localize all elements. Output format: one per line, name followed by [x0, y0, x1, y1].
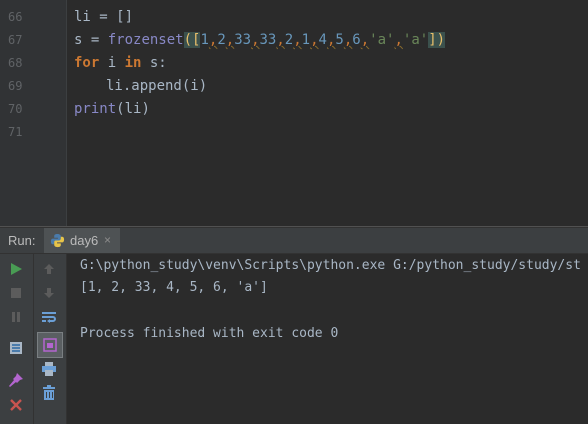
- code-token: s:: [141, 55, 167, 71]
- close-bracket-token: ]): [428, 32, 446, 48]
- console-line: Process finished with exit code 0: [80, 326, 339, 341]
- pause-button[interactable]: [5, 306, 27, 328]
- brackets-token: []: [116, 9, 134, 25]
- rerun-button[interactable]: [5, 258, 27, 280]
- run-toolbar: Run: day6 ×: [0, 228, 588, 254]
- up-stack-button[interactable]: [38, 258, 60, 280]
- operator-token: =: [82, 32, 108, 48]
- close-run-button[interactable]: [5, 394, 27, 416]
- line-number: 68: [8, 56, 23, 70]
- console-line: [1, 2, 33, 4, 5, 6, 'a']: [80, 280, 268, 295]
- string-token: 'a': [369, 32, 395, 48]
- pin-icon: [9, 373, 23, 387]
- dump-threads-button[interactable]: [5, 337, 27, 359]
- scroll-to-end-icon: [43, 338, 57, 352]
- operator-token: =: [90, 9, 117, 25]
- comma-token: ,: [293, 32, 302, 48]
- stop-button[interactable]: [5, 282, 27, 304]
- code-line-66[interactable]: li = []: [74, 6, 133, 29]
- comma-token: ,: [394, 32, 403, 48]
- pause-icon: [12, 312, 20, 322]
- run-tools-primary: [0, 254, 34, 424]
- number-token: 2: [284, 32, 294, 48]
- console-line: G:\python_study\venv\Scripts\python.exe …: [80, 258, 581, 273]
- var-token: li: [74, 9, 91, 25]
- number-token: 33: [259, 32, 277, 48]
- line-number: 66: [8, 10, 23, 24]
- print-button[interactable]: [38, 358, 60, 380]
- comma-token: ,: [360, 32, 370, 48]
- console-output[interactable]: G:\python_study\venv\Scripts\python.exe …: [67, 254, 588, 424]
- code-line-68[interactable]: for i in s:: [74, 52, 167, 75]
- code-area[interactable]: li = [] s = frozenset([1,2,33,33,2,1,4,5…: [74, 0, 588, 226]
- scroll-to-end-button[interactable]: [37, 332, 63, 358]
- number-token: 6: [352, 32, 361, 48]
- stop-icon: [11, 288, 21, 298]
- printer-icon: [42, 362, 56, 376]
- builtin-token: frozenset: [107, 32, 184, 48]
- code-line-67[interactable]: s = frozenset([1,2,33,33,2,1,4,5,6,'a','…: [74, 29, 446, 52]
- open-bracket-token: ([: [183, 32, 201, 48]
- tab-close-icon[interactable]: ×: [104, 233, 111, 247]
- number-token: 33: [234, 32, 252, 48]
- code-editor[interactable]: 66 67 68 69 70 71 li = [] s = frozenset(…: [0, 0, 588, 226]
- tab-label: day6: [70, 233, 99, 248]
- python-icon: [50, 233, 65, 248]
- number-token: 4: [318, 32, 327, 48]
- clear-all-button[interactable]: [38, 382, 60, 404]
- code-line-69[interactable]: li.append(i): [74, 75, 207, 98]
- line-number: 70: [8, 102, 23, 116]
- soft-wrap-icon: [42, 312, 56, 323]
- trash-icon: [43, 385, 55, 400]
- close-icon: [10, 399, 22, 411]
- play-icon: [11, 263, 22, 275]
- number-token: 5: [335, 32, 344, 48]
- builtin-token: print: [74, 101, 117, 117]
- soft-wrap-button[interactable]: [38, 306, 60, 328]
- var-token: i: [99, 55, 125, 71]
- run-tools-secondary: [34, 254, 67, 424]
- keyword-token: in: [124, 55, 142, 71]
- dump-threads-icon: [10, 342, 22, 354]
- number-token: 1: [200, 32, 209, 48]
- comma-token: ,: [251, 32, 260, 48]
- pin-tab-button[interactable]: [5, 369, 27, 391]
- number-token: 2: [217, 32, 226, 48]
- down-stack-button[interactable]: [38, 282, 60, 304]
- code-token: (li): [116, 101, 150, 117]
- code-line-70[interactable]: print(li): [74, 98, 150, 121]
- keyword-token: for: [74, 55, 100, 71]
- number-token: 1: [301, 32, 311, 48]
- code-token: li.append(i): [106, 78, 208, 94]
- tab-day6[interactable]: day6 ×: [44, 228, 120, 253]
- comma-token: ,: [225, 32, 235, 48]
- line-number: 71: [8, 125, 23, 139]
- comma-token: ,: [276, 32, 285, 48]
- line-number: 69: [8, 79, 23, 93]
- line-number: 67: [8, 33, 23, 47]
- run-label: Run:: [8, 233, 36, 248]
- arrow-down-icon: [44, 288, 54, 298]
- line-number-gutter: 66 67 68 69 70 71: [0, 0, 67, 226]
- arrow-up-icon: [44, 264, 54, 274]
- string-token: 'a': [402, 32, 429, 48]
- comma-token: ,: [310, 32, 319, 48]
